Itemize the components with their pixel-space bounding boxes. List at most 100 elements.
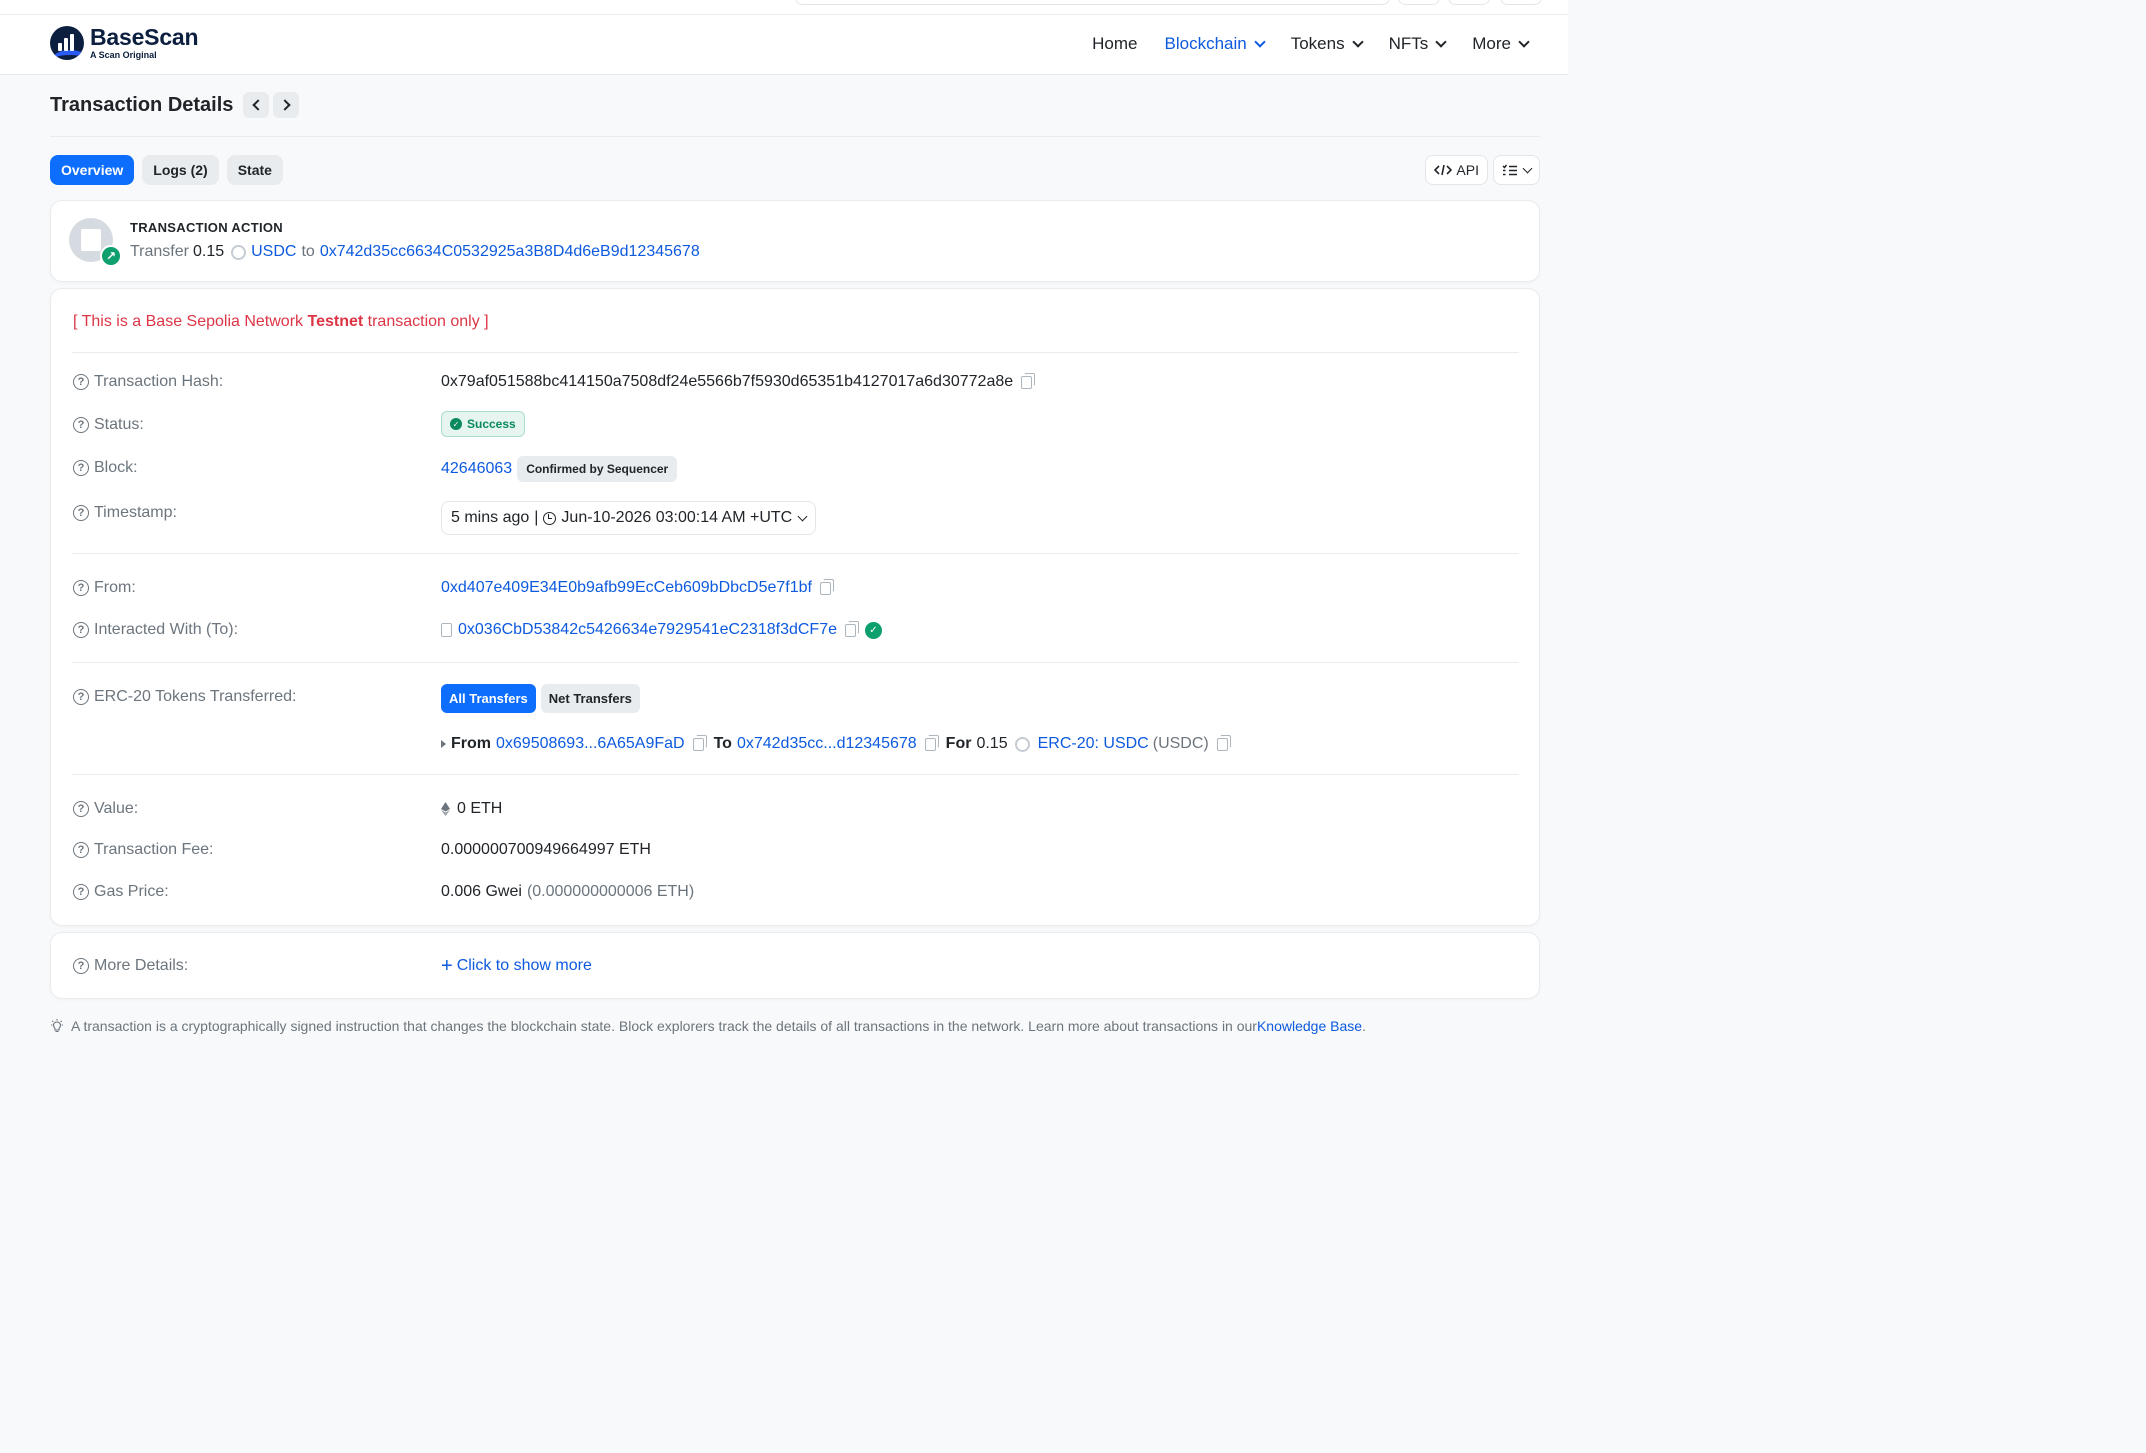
to-label: ? Interacted With (To): bbox=[73, 621, 238, 639]
question-icon[interactable]: ? bbox=[73, 842, 89, 858]
arrow-up-right-icon: ↗ bbox=[100, 245, 122, 267]
transaction-action-heading: TRANSACTION ACTION bbox=[130, 220, 283, 235]
status-value: ✓ Success bbox=[441, 411, 525, 437]
copy-icon[interactable] bbox=[819, 578, 834, 595]
footer-note: A transaction is a cryptographically sig… bbox=[50, 1018, 1366, 1034]
copy-icon[interactable] bbox=[924, 734, 939, 751]
question-icon[interactable]: ? bbox=[73, 460, 89, 476]
from-address-link[interactable]: 0xd407e409E34E0b9afb99EcCeb609bDbcD5e7f1… bbox=[441, 579, 812, 597]
api-button[interactable]: API bbox=[1425, 155, 1488, 185]
list-check-icon bbox=[1502, 164, 1517, 176]
question-icon[interactable]: ? bbox=[73, 958, 89, 974]
to-value: 0x036CbD53842c5426634e7929541eC2318f3dCF… bbox=[441, 620, 882, 639]
next-transaction-button[interactable] bbox=[273, 92, 300, 118]
question-icon[interactable]: ? bbox=[73, 622, 89, 638]
action-avatar: ↗ bbox=[69, 218, 122, 267]
nav-blockchain[interactable]: Blockchain bbox=[1165, 34, 1266, 54]
block-link[interactable]: 42646063 bbox=[441, 460, 512, 478]
nav-home[interactable]: Home bbox=[1092, 34, 1137, 54]
copy-icon[interactable] bbox=[1021, 372, 1036, 389]
question-icon[interactable]: ? bbox=[73, 505, 89, 521]
action-to-address-link[interactable]: 0x742d35cc6634C0532925a3B8D4d6eB9d123456… bbox=[320, 243, 700, 261]
divider bbox=[72, 553, 1519, 554]
toolbar: API bbox=[1420, 155, 1540, 185]
value-value: 0 ETH bbox=[441, 800, 502, 818]
status-badge: ✓ Success bbox=[441, 411, 525, 437]
site-header: BaseScan A Scan Original Home Blockchain… bbox=[0, 15, 1568, 75]
transaction-action-card: ↗ TRANSACTION ACTION Transfer 0.15 USDC … bbox=[50, 200, 1540, 282]
erc20-tabs: All Transfers Net Transfers bbox=[441, 684, 645, 713]
net-transfers-tab[interactable]: Net Transfers bbox=[540, 684, 640, 713]
all-transfers-tab[interactable]: All Transfers bbox=[441, 684, 536, 713]
tab-logs[interactable]: Logs (2) bbox=[142, 155, 219, 185]
question-icon[interactable]: ? bbox=[73, 417, 89, 433]
page-title-row: Transaction Details bbox=[50, 92, 300, 118]
chevron-down-icon bbox=[1435, 35, 1447, 48]
prev-transaction-button[interactable] bbox=[243, 92, 270, 118]
tab-overview[interactable]: Overview bbox=[50, 155, 135, 185]
token-link[interactable]: USDC bbox=[251, 243, 296, 261]
transaction-action-summary: Transfer 0.15 USDC to 0x742d35cc6634C053… bbox=[130, 243, 700, 261]
logo-icon bbox=[50, 26, 84, 60]
erc20-to-link[interactable]: 0x742d35cc...d12345678 bbox=[737, 735, 917, 753]
basescan-logo[interactable]: BaseScan A Scan Original bbox=[50, 26, 199, 60]
tab-state[interactable]: State bbox=[226, 155, 283, 185]
question-icon[interactable]: ? bbox=[73, 884, 89, 900]
utility-button-1[interactable] bbox=[1398, 0, 1440, 5]
top-utility-bar bbox=[0, 0, 1568, 15]
detail-tabs: Overview Logs (2) State bbox=[50, 155, 291, 185]
nav-more[interactable]: More bbox=[1472, 34, 1530, 54]
main-nav: Home Blockchain Tokens NFTs More bbox=[1065, 34, 1530, 54]
copy-icon[interactable] bbox=[692, 734, 707, 751]
nav-nfts[interactable]: NFTs bbox=[1389, 34, 1447, 54]
copy-icon[interactable] bbox=[1216, 734, 1231, 751]
from-label: ? From: bbox=[73, 579, 136, 597]
timestamp-value: 5 mins ago | Jun-10-2026 03:00:14 AM +UT… bbox=[441, 501, 817, 535]
chevron-down-icon bbox=[1522, 163, 1533, 173]
chevron-down-icon bbox=[1351, 35, 1364, 48]
chevron-left-icon bbox=[252, 99, 264, 111]
erc20-transfer-row: From 0x69508693...6A65A9FaD To 0x742d35c… bbox=[441, 734, 1231, 753]
more-details-card: ? More Details: + Click to show more bbox=[50, 932, 1540, 999]
nav-tokens[interactable]: Tokens bbox=[1291, 34, 1364, 54]
divider bbox=[72, 774, 1519, 775]
question-icon[interactable]: ? bbox=[73, 374, 89, 390]
chevron-down-icon bbox=[797, 511, 808, 521]
hash-value: 0x79af051588bc414150a7508df24e5566b7f593… bbox=[441, 372, 1036, 391]
utility-button-2[interactable] bbox=[1448, 0, 1490, 5]
show-more-link[interactable]: + Click to show more bbox=[441, 955, 592, 977]
chevron-down-icon bbox=[1518, 35, 1530, 48]
search-box[interactable] bbox=[795, 0, 1390, 5]
divider bbox=[72, 662, 1519, 663]
chevron-down-icon bbox=[1254, 35, 1266, 48]
caret-right-icon bbox=[441, 740, 446, 748]
copy-icon[interactable] bbox=[844, 620, 859, 637]
transaction-details-card: [ This is a Base Sepolia Network Testnet… bbox=[50, 288, 1540, 926]
erc20-token-link[interactable]: ERC-20: USDC bbox=[1038, 735, 1149, 753]
token-icon bbox=[231, 244, 247, 260]
knowledge-base-link[interactable]: Knowledge Base bbox=[1257, 1018, 1362, 1034]
plus-icon: + bbox=[441, 955, 453, 977]
timestamp-toggle[interactable]: 5 mins ago | Jun-10-2026 03:00:14 AM +UT… bbox=[441, 501, 817, 535]
testnet-notice: [ This is a Base Sepolia Network Testnet… bbox=[73, 313, 489, 330]
question-icon[interactable]: ? bbox=[73, 689, 89, 705]
page-title: Transaction Details bbox=[50, 93, 234, 116]
token-icon bbox=[1014, 736, 1030, 752]
question-icon[interactable]: ? bbox=[73, 580, 89, 596]
block-label: ? Block: bbox=[73, 459, 138, 477]
to-address-link[interactable]: 0x036CbD53842c5426634e7929541eC2318f3dCF… bbox=[458, 621, 837, 639]
status-label: ? Status: bbox=[73, 416, 144, 434]
question-icon[interactable]: ? bbox=[73, 801, 89, 817]
erc20-from-link[interactable]: 0x69508693...6A65A9FaD bbox=[496, 735, 685, 753]
divider bbox=[72, 352, 1519, 353]
clock-icon bbox=[543, 511, 557, 525]
fee-value: 0.000000700949664997 ETH bbox=[441, 841, 651, 858]
view-options-button[interactable] bbox=[1493, 155, 1540, 185]
gas-label: ? Gas Price: bbox=[73, 883, 169, 901]
erc20-label: ? ERC-20 Tokens Transferred: bbox=[73, 688, 296, 706]
utility-button-3[interactable] bbox=[1500, 0, 1542, 5]
fee-label: ? Transaction Fee: bbox=[73, 841, 213, 859]
check-circle-icon: ✓ bbox=[450, 418, 462, 430]
contract-file-icon bbox=[441, 623, 452, 637]
gas-value: 0.006 Gwei (0.000000000006 ETH) bbox=[441, 883, 695, 900]
